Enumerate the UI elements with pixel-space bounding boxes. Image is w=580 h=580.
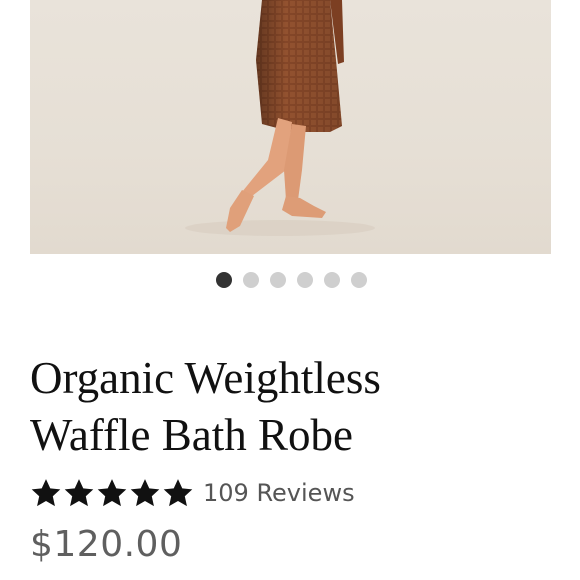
carousel-dot-2[interactable] [242, 272, 259, 288]
star-icon [97, 479, 127, 507]
carousel-dot-6[interactable] [350, 272, 367, 288]
carousel-dot-4[interactable] [296, 272, 313, 288]
product-image[interactable] [30, 0, 551, 254]
reviews-link[interactable]: 109 Reviews [203, 479, 355, 507]
star-icon [130, 479, 160, 507]
star-rating [30, 477, 194, 509]
star-icon [64, 479, 94, 507]
carousel-dot-3[interactable] [269, 272, 286, 288]
product-title: Organic Weightless Waffle Bath Robe [30, 350, 550, 464]
carousel-dot-1[interactable] [215, 272, 232, 288]
product-price: $120.00 [30, 524, 183, 565]
product-title-line-1: Organic Weightless [30, 353, 381, 403]
product-title-line-2: Waffle Bath Robe [30, 410, 353, 460]
rating-row: 109 Reviews [30, 475, 355, 511]
carousel-dot-5[interactable] [323, 272, 340, 288]
robe-photo-illustration [185, 0, 375, 236]
image-carousel-dots [0, 272, 580, 290]
star-icon [31, 479, 61, 507]
star-icon [163, 479, 193, 507]
